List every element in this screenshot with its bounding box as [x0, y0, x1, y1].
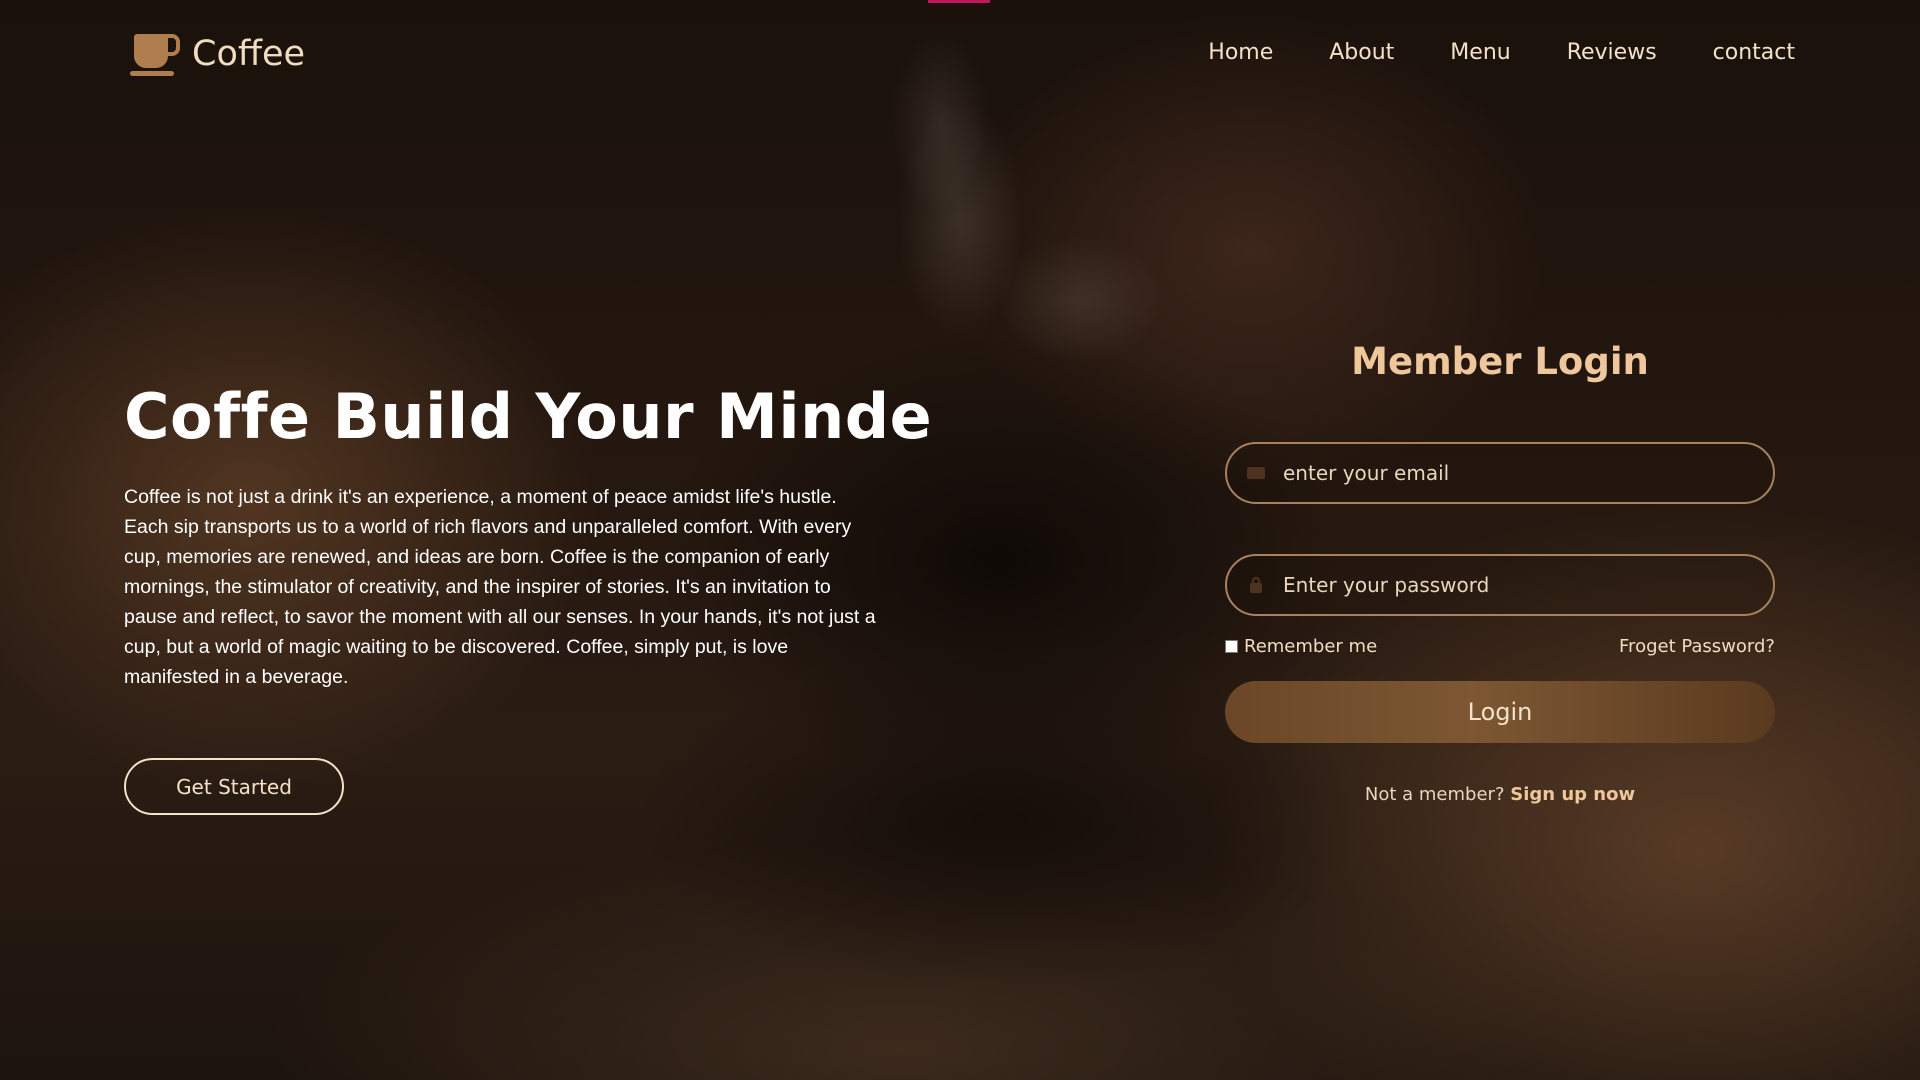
login-button[interactable]: Login	[1225, 681, 1775, 743]
remember-label: Remember me	[1244, 636, 1378, 657]
hero-title: Coffe Build Your Minde	[124, 380, 933, 453]
nav-contact[interactable]: contact	[1713, 40, 1795, 65]
email-input[interactable]	[1281, 460, 1773, 486]
remember-checkbox[interactable]	[1225, 640, 1238, 653]
hero-description: Coffee is not just a drink it's an exper…	[124, 486, 876, 688]
get-started-button[interactable]: Get Started	[124, 758, 344, 815]
coffee-cup-icon	[130, 30, 182, 78]
brand-name: Coffee	[192, 34, 306, 74]
remember-me[interactable]: Remember me	[1225, 636, 1377, 657]
logo[interactable]: Coffee	[130, 30, 305, 78]
nav-about[interactable]: About	[1329, 40, 1394, 65]
header: Coffee Home About Menu Reviews contact	[0, 0, 1920, 110]
signup-prompt: Not a member? Sign up now	[1225, 784, 1775, 805]
password-field[interactable]	[1225, 554, 1775, 616]
email-field[interactable]	[1225, 442, 1775, 504]
main-nav: Home About Menu Reviews contact	[1208, 40, 1795, 65]
login-title: Member Login	[1351, 340, 1649, 383]
forgot-password-link[interactable]: Froget Password?	[1619, 636, 1775, 657]
nav-reviews[interactable]: Reviews	[1567, 40, 1657, 65]
signup-prompt-text: Not a member?	[1364, 784, 1505, 805]
password-input[interactable]	[1281, 572, 1773, 598]
nav-menu[interactable]: Menu	[1450, 40, 1510, 65]
signup-link[interactable]: Sign up now	[1510, 784, 1635, 805]
lock-icon	[1247, 577, 1265, 593]
envelope-icon	[1247, 466, 1265, 480]
page: Coffee Home About Menu Reviews contact C…	[0, 0, 1920, 1080]
nav-home[interactable]: Home	[1208, 40, 1273, 65]
